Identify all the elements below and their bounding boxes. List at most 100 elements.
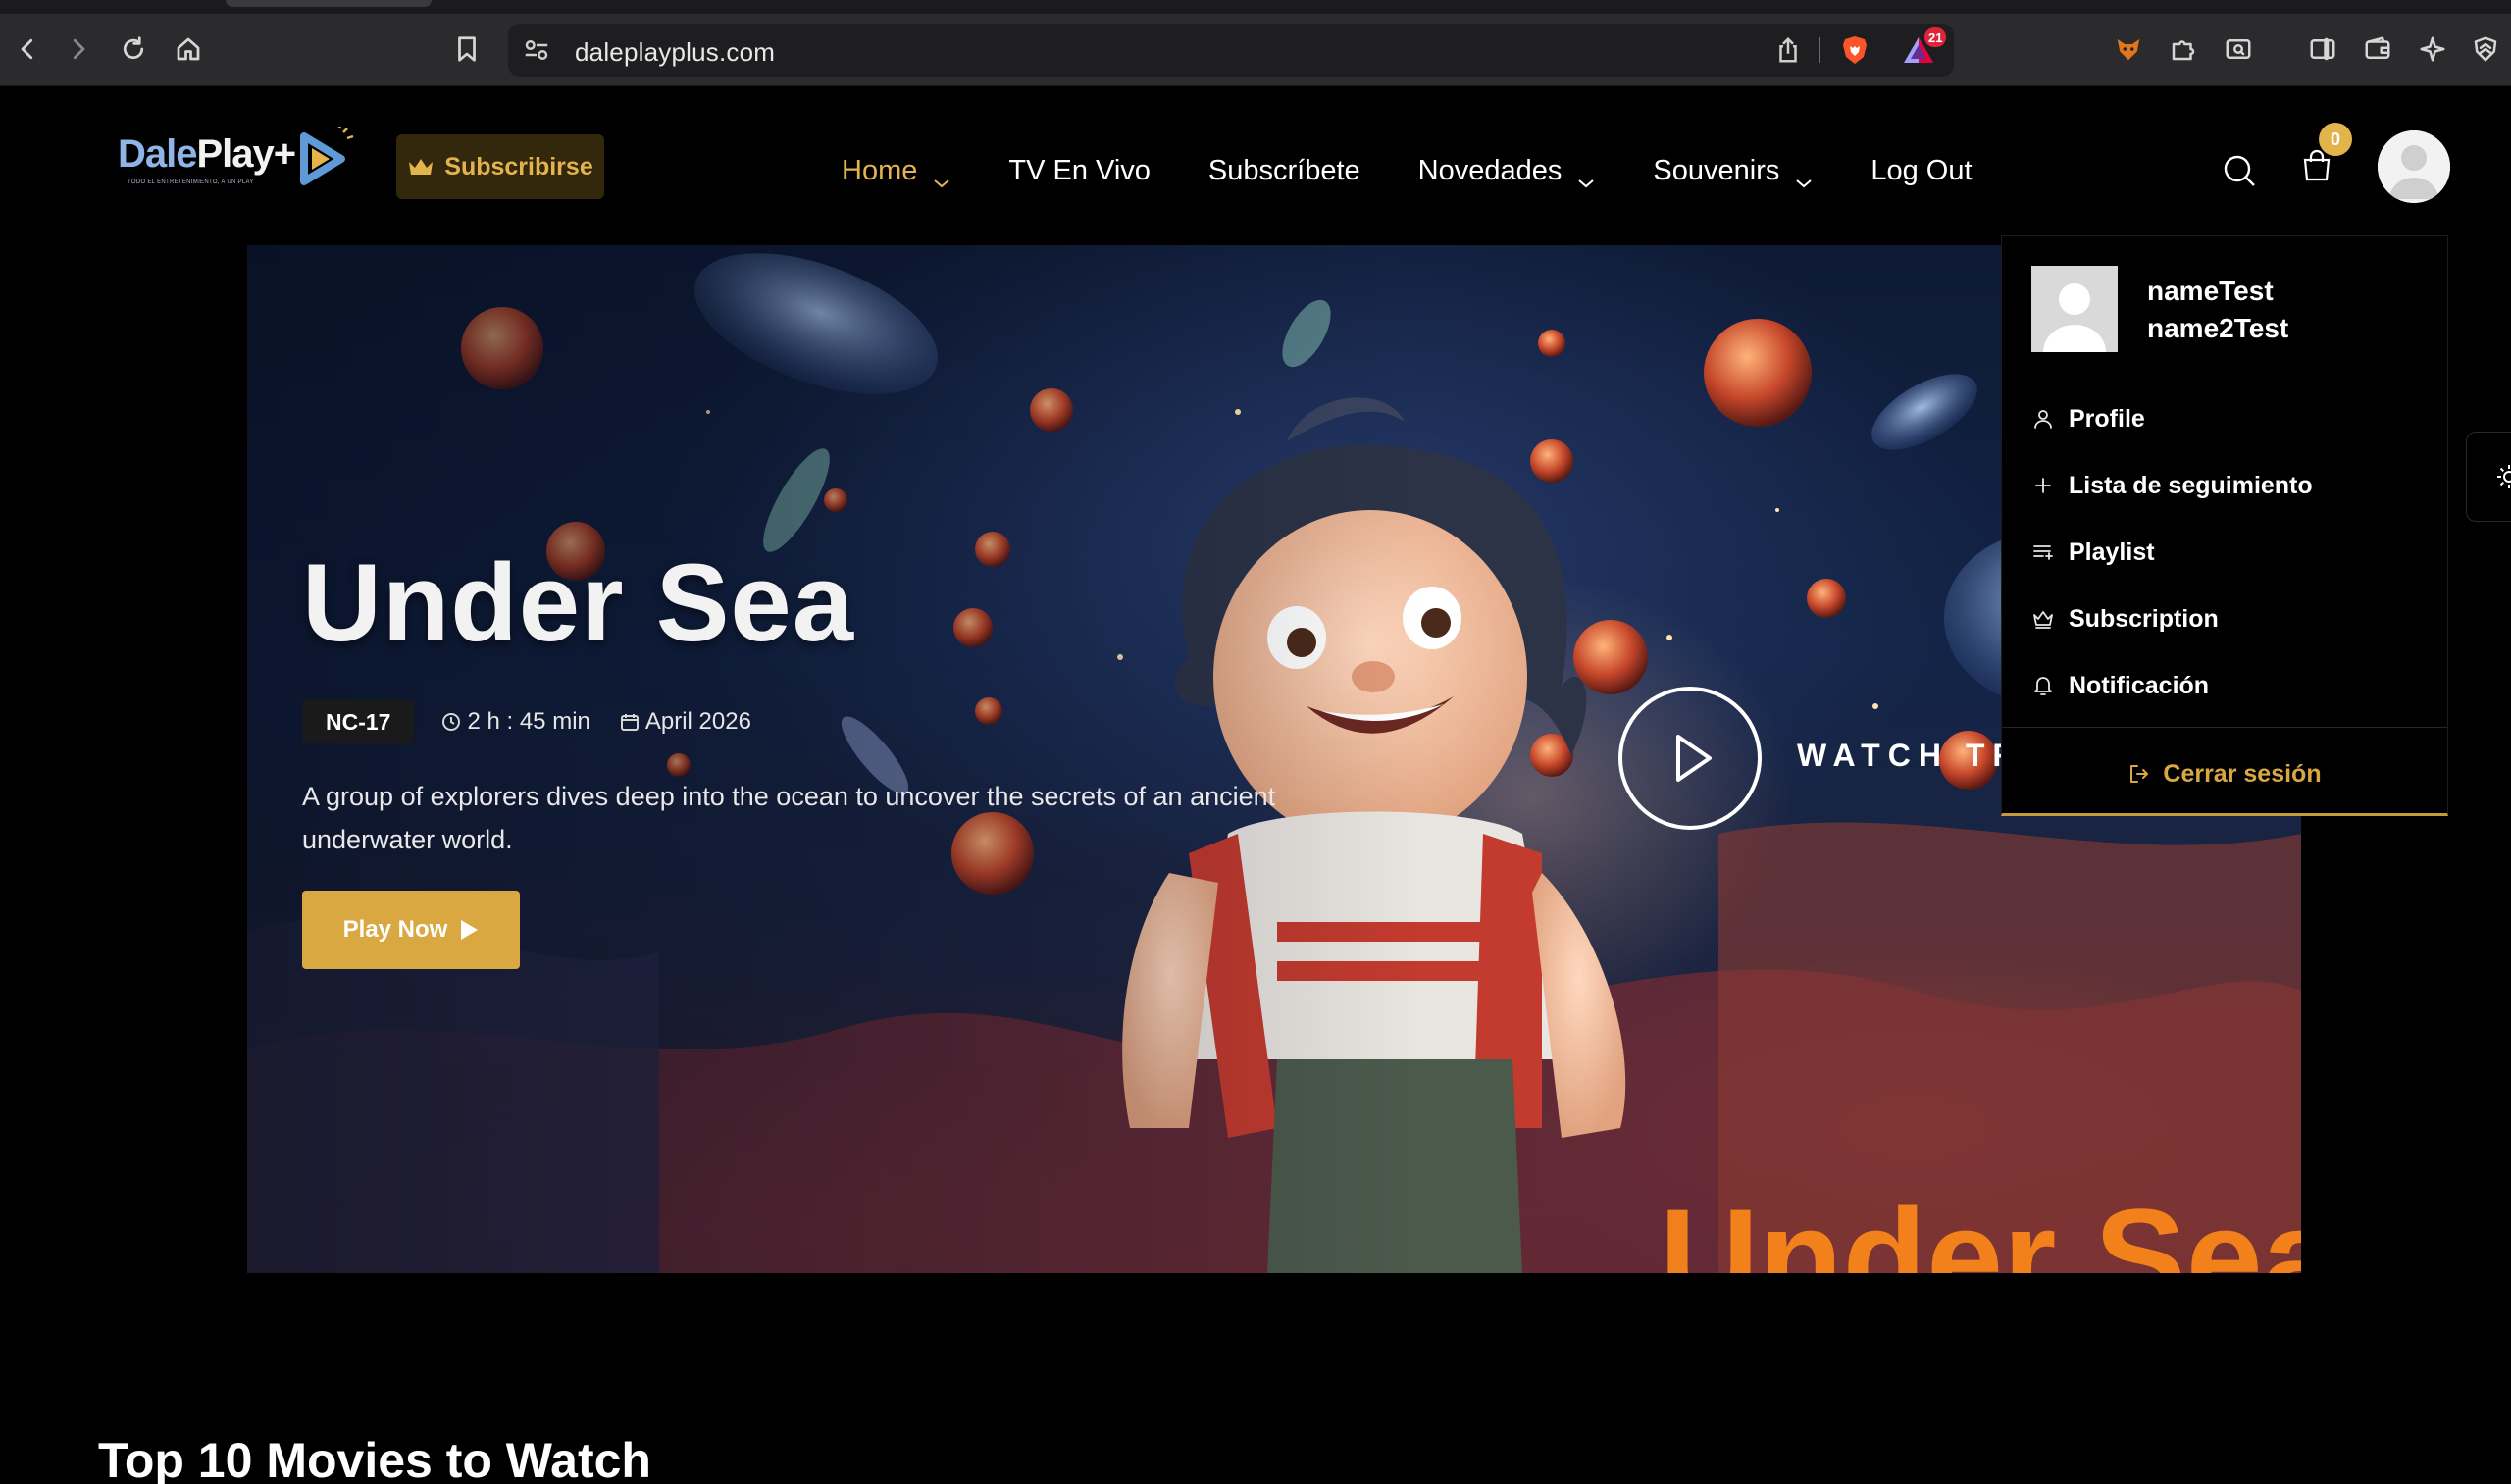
- menu-item-profile[interactable]: Profile: [2031, 385, 2424, 452]
- menu-item-label: Lista de seguimiento: [2069, 471, 2313, 499]
- url-divider: [1819, 37, 1820, 63]
- settings-tab[interactable]: [2466, 432, 2511, 522]
- hero-meta: NC-17 2 h : 45 min April 2026: [302, 700, 781, 743]
- nav-label: Novedades: [1417, 154, 1563, 186]
- profile-avatar: [2031, 266, 2118, 352]
- active-tab[interactable]: [226, 0, 432, 7]
- duration-meta: 2 h : 45 min: [441, 708, 590, 736]
- crown-icon: [409, 159, 434, 175]
- hero-shade: [247, 245, 1424, 1273]
- brave-shields-icon[interactable]: [1838, 33, 1871, 67]
- menu-item-subscription[interactable]: Subscription: [2031, 586, 2424, 652]
- subscribe-button[interactable]: Subscribirse: [396, 134, 604, 199]
- nav-label: Subscríbete: [1207, 154, 1360, 186]
- menu-item-label: Subscription: [2069, 604, 2219, 633]
- nav-item-novedades[interactable]: Novedades: [1417, 154, 1596, 188]
- nav-item-subscribete[interactable]: Subscríbete: [1208, 155, 1360, 187]
- chevron-right-icon: [73, 38, 85, 60]
- play-icon: [461, 920, 479, 940]
- address-bar[interactable]: daleplayplus.com 21: [508, 24, 1954, 77]
- logout-button[interactable]: Cerrar sesión: [2002, 752, 2447, 795]
- release-text: April 2026: [644, 708, 751, 735]
- hero-description: A group of explorers dives deep into the…: [302, 782, 1276, 854]
- crown-icon: [2033, 611, 2053, 629]
- extensions-puzzle-icon[interactable]: [2164, 29, 2203, 69]
- search-button[interactable]: [2221, 152, 2258, 189]
- gear-icon: [2497, 465, 2511, 488]
- menu-item-label: Playlist: [2069, 537, 2155, 566]
- section-title: Top 10 Movies to Watch: [98, 1433, 651, 1484]
- play-outline-icon: [1676, 735, 1712, 782]
- home-button[interactable]: [169, 29, 208, 69]
- search-icon: [2224, 155, 2255, 186]
- playlist-icon: [2033, 545, 2053, 560]
- nav-label: Home: [842, 154, 918, 186]
- avatar-icon: [2031, 266, 2118, 352]
- profile-dropdown: nameTest name2Test Profile Lista de segu…: [2001, 235, 2448, 816]
- svg-text:Under Sea: Under Sea: [1660, 1180, 2301, 1273]
- nav-item-home[interactable]: Home: [842, 154, 950, 188]
- chevron-down-icon: [933, 165, 950, 188]
- cart-count-badge: 0: [2319, 123, 2352, 156]
- profile-user-card: nameTest name2Test: [2031, 266, 2424, 354]
- profile-first-name: nameTest: [2147, 276, 2274, 306]
- browser-toolbar: daleplayplus.com 21: [0, 0, 2511, 86]
- hero-banner: Under Sea Under Sea NC-17 2 h : 45 min A…: [247, 245, 2301, 1273]
- logo-wordmark: DalePlay+: [118, 132, 297, 177]
- hero-title: Under Sea: [302, 541, 854, 664]
- reader-mode-icon[interactable]: [2219, 29, 2258, 69]
- nav-item-log-out[interactable]: Log Out: [1870, 155, 1972, 187]
- avatar-icon: [2378, 130, 2450, 203]
- nav-label: Log Out: [1870, 154, 1973, 186]
- reload-button[interactable]: [114, 29, 153, 69]
- leo-ai-icon[interactable]: [2413, 29, 2452, 69]
- logo-tagline: TODO EL ENTRETENIMIENTO, A UN PLAY: [128, 179, 254, 185]
- logo-brand-a: Dale: [118, 132, 197, 176]
- chevron-down-icon: [1577, 165, 1595, 188]
- release-meta: April 2026: [620, 708, 751, 736]
- tab-strip: [0, 0, 2511, 14]
- menu-item-playlist[interactable]: Playlist: [2031, 519, 2424, 586]
- share-icon[interactable]: [1773, 35, 1803, 65]
- bell-icon: [2034, 677, 2052, 695]
- user-avatar-button[interactable]: [2378, 130, 2450, 203]
- extension-fox-icon[interactable]: [2109, 29, 2148, 69]
- menu-item-watchlist[interactable]: Lista de seguimiento: [2031, 452, 2424, 519]
- logout-label: Cerrar sesión: [2163, 759, 2322, 788]
- site-header: DalePlay+ TODO EL ENTRETENIMIENTO, A UN …: [0, 87, 2511, 244]
- back-button[interactable]: [8, 29, 47, 69]
- vpn-shield-icon[interactable]: [2466, 29, 2505, 69]
- logo-brand-b: Play+: [196, 132, 297, 176]
- menu-item-notifications[interactable]: Notificación: [2031, 652, 2424, 719]
- chevron-left-icon: [21, 38, 33, 60]
- clock-icon: [442, 713, 461, 731]
- play-now-label: Play Now: [342, 916, 448, 943]
- home-icon: [177, 37, 200, 61]
- wallet-icon[interactable]: [2358, 29, 2397, 69]
- logo-play-icon: [300, 127, 354, 185]
- rating-badge: NC-17: [302, 700, 415, 743]
- trailer-play-button[interactable]: [1618, 687, 1762, 830]
- play-now-button[interactable]: Play Now: [302, 891, 520, 969]
- site-settings-icon[interactable]: [522, 35, 551, 65]
- nav-label: Souvenirs: [1653, 154, 1780, 186]
- nav-item-tv-en-vivo[interactable]: TV En Vivo: [1008, 155, 1151, 187]
- reload-icon: [123, 36, 144, 60]
- plus-icon: [2035, 478, 2051, 493]
- bookmark-icon: [458, 36, 476, 62]
- main-nav: Home TV En Vivo Subscríbete Novedades So…: [842, 148, 2030, 193]
- user-icon: [2034, 410, 2052, 429]
- site-logo[interactable]: DalePlay+ TODO EL ENTRETENIMIENTO, A UN …: [118, 127, 363, 205]
- menu-item-label: Profile: [2069, 404, 2145, 433]
- forward-button[interactable]: [59, 29, 98, 69]
- nav-item-souvenirs[interactable]: Souvenirs: [1653, 154, 1813, 188]
- duration-text: 2 h : 45 min: [467, 708, 590, 735]
- menu-divider: [2002, 727, 2447, 728]
- profile-menu-list: Profile Lista de seguimiento Playlist Su…: [2031, 385, 2424, 719]
- menu-item-label: Notificación: [2069, 671, 2210, 699]
- url-text[interactable]: daleplayplus.com: [575, 37, 775, 68]
- bookmark-button[interactable]: [447, 29, 487, 69]
- rewards-badge: 21: [1924, 27, 1947, 47]
- calendar-icon: [620, 714, 639, 731]
- sidebar-toggle-icon[interactable]: [2303, 29, 2342, 69]
